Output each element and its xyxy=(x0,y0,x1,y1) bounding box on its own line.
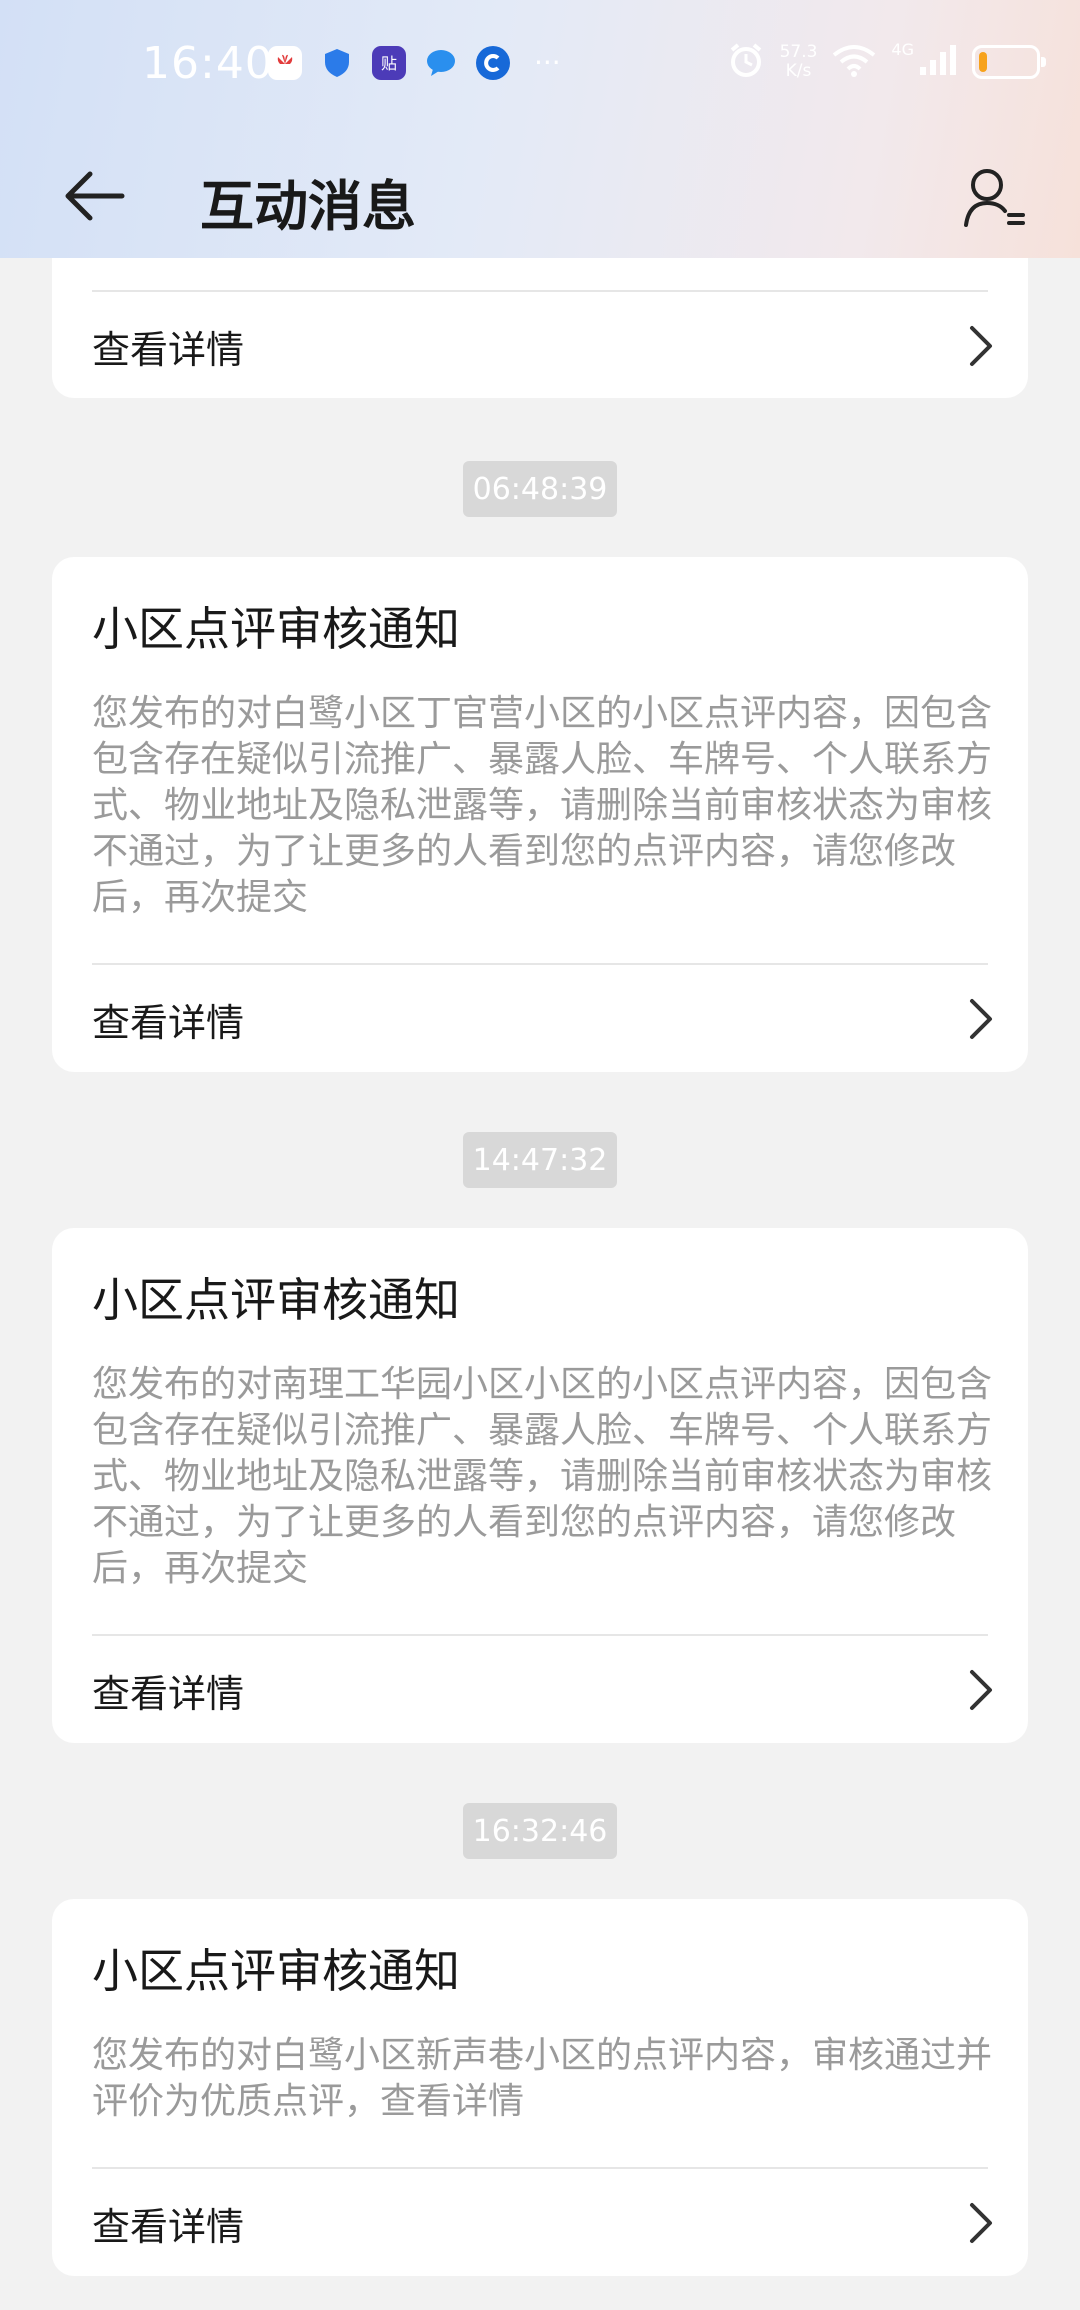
notification-icons: 贴 ··· xyxy=(268,46,561,80)
card-body: 您发布的对白鹭小区丁官营小区的小区点评内容，因包含包含存在疑似引流推广、暴露人脸… xyxy=(92,693,993,918)
top-bar: 16:40 贴 ··· 57.3 K/s 4G 互动消息 xyxy=(0,0,1080,258)
wifi-icon xyxy=(831,42,877,82)
timestamp-badge: 06:48:39 xyxy=(463,461,617,517)
view-details-row[interactable]: 查看详情 xyxy=(92,965,996,1073)
system-icons: 57.3 K/s 4G xyxy=(726,40,1046,84)
signal-icon xyxy=(918,43,958,81)
view-details-label: 查看详情 xyxy=(92,1000,245,1045)
status-bar: 16:40 贴 ··· 57.3 K/s 4G xyxy=(0,0,1080,128)
message-card: 查看详情 xyxy=(52,258,1028,398)
view-details-row[interactable]: 查看详情 xyxy=(92,2169,996,2277)
network-speed: 57.3 K/s xyxy=(780,43,818,81)
page-header: 互动消息 xyxy=(0,128,1080,258)
chevron-right-icon xyxy=(970,326,992,366)
card-title: 小区点评审核通知 xyxy=(92,1944,460,1998)
user-list-icon xyxy=(964,169,1025,227)
view-details-row[interactable]: 查看详情 xyxy=(92,1636,996,1744)
card-body: 您发布的对南理工华园小区小区的小区点评内容，因包含包含存在疑似引流推广、暴露人脸… xyxy=(92,1364,993,1589)
tieba-app-icon: 贴 xyxy=(372,46,406,80)
shield-app-icon xyxy=(320,46,354,80)
card-title: 小区点评审核通知 xyxy=(92,602,460,656)
battery-level xyxy=(979,52,987,72)
message-card: 小区点评审核通知 您发布的对南理工华园小区小区的小区点评内容，因包含包含存在疑似… xyxy=(52,1228,1028,1743)
browser-app-icon xyxy=(476,46,510,80)
chat-bubble-app-icon xyxy=(424,46,458,80)
chevron-right-icon xyxy=(970,2203,992,2243)
back-arrow-icon xyxy=(65,171,125,221)
svg-text:贴: 贴 xyxy=(381,54,397,73)
status-time: 16:40 xyxy=(142,38,274,89)
timestamp-badge: 14:47:32 xyxy=(463,1132,617,1188)
alarm-icon xyxy=(726,40,766,84)
view-details-row[interactable]: 查看详情 xyxy=(92,292,996,400)
chevron-right-icon xyxy=(970,1670,992,1710)
account-button[interactable] xyxy=(954,158,1034,238)
card-title: 小区点评审核通知 xyxy=(92,1273,460,1327)
view-details-label: 查看详情 xyxy=(92,327,245,372)
chevron-right-icon xyxy=(970,999,992,1039)
message-card: 小区点评审核通知 您发布的对白鹭小区新声巷小区的点评内容，审核通过并评价为优质点… xyxy=(52,1899,1028,2276)
network-speed-unit: K/s xyxy=(785,61,812,81)
timestamp-badge: 16:32:46 xyxy=(463,1803,617,1859)
huawei-app-icon xyxy=(268,46,302,80)
card-body: 您发布的对白鹭小区新声巷小区的点评内容，审核通过并评价为优质点评，查看详情 xyxy=(92,2035,993,2122)
network-type: 4G xyxy=(891,40,914,59)
message-feed[interactable]: 查看详情 06:48:39 小区点评审核通知 您发布的对白鹭小区丁官营小区的小区… xyxy=(0,258,1080,2310)
view-details-label: 查看详情 xyxy=(92,1671,245,1716)
more-notifications-icon: ··· xyxy=(534,46,561,79)
back-button[interactable] xyxy=(54,156,134,236)
page-title: 互动消息 xyxy=(200,175,416,238)
view-details-label: 查看详情 xyxy=(92,2204,245,2249)
message-card: 小区点评审核通知 您发布的对白鹭小区丁官营小区的小区点评内容，因包含包含存在疑似… xyxy=(52,557,1028,1072)
battery-icon xyxy=(972,45,1046,79)
network-speed-value: 57.3 xyxy=(779,42,818,62)
